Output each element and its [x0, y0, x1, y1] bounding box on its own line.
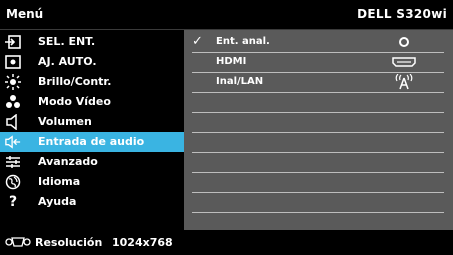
menu-item-label: Volumen [38, 115, 92, 128]
menu-item-label: Avanzado [38, 155, 98, 168]
projector-osd-menu: Menú DELL S320wi SEL. ENT. AJ. AUTO. Bri… [0, 0, 453, 255]
row-divider [192, 92, 444, 93]
resolution-label: Resolución [35, 236, 103, 249]
option-label: HDMI [216, 56, 247, 67]
menu-item-label: SEL. ENT. [38, 35, 96, 48]
question-icon: ? [8, 194, 18, 210]
model-name: DELL S320wi [357, 7, 447, 21]
menu-item-label: Ayuda [38, 195, 77, 208]
row-divider [192, 212, 444, 213]
menu-item-audio-input[interactable]: Entrada de audio [0, 132, 184, 152]
option-label: Ent. anal. [216, 36, 270, 47]
input-source-icon [5, 34, 21, 50]
wireless-antenna-icon [384, 74, 424, 90]
status-bar: Resolución 1024x768 [0, 230, 453, 255]
advanced-settings-icon [5, 154, 21, 170]
analog-input-icon [384, 34, 424, 50]
auto-adjust-icon [5, 54, 21, 70]
menu-item-label: Idioma [38, 175, 81, 188]
row-divider [192, 192, 444, 193]
audio-input-icon [5, 134, 21, 150]
menu-item-language[interactable]: Idioma [0, 172, 184, 192]
resolution-value: 1024x768 [112, 236, 173, 249]
main-menu: SEL. ENT. AJ. AUTO. Brillo/Contr. Modo V… [0, 30, 184, 230]
audio-input-submenu: ✓ Ent. anal. HDMI Inal/LAN [184, 30, 453, 230]
brightness-icon [5, 74, 21, 90]
speaker-icon [5, 114, 21, 130]
option-hdmi[interactable]: HDMI [184, 52, 453, 72]
hdmi-port-icon [384, 54, 424, 70]
menu-item-video-mode[interactable]: Modo Vídeo [0, 92, 184, 112]
menu-item-input-source[interactable]: SEL. ENT. [0, 32, 184, 52]
vga-connector-icon [5, 236, 31, 248]
option-label: Inal/LAN [216, 76, 264, 87]
title-bar: Menú DELL S320wi [0, 0, 453, 30]
menu-title: Menú [6, 7, 44, 21]
menu-item-help[interactable]: ? Ayuda [0, 192, 184, 212]
menu-item-label: Brillo/Contr. [38, 75, 112, 88]
row-divider [192, 132, 444, 133]
menu-item-advanced[interactable]: Avanzado [0, 152, 184, 172]
option-analog-input[interactable]: ✓ Ent. anal. [184, 32, 453, 52]
option-wireless-lan[interactable]: Inal/LAN [184, 72, 453, 92]
menu-item-label: Entrada de audio [38, 135, 145, 148]
menu-item-brightness-contrast[interactable]: Brillo/Contr. [0, 72, 184, 92]
row-divider [192, 152, 444, 153]
menu-item-label: Modo Vídeo [38, 95, 111, 108]
row-divider [192, 172, 444, 173]
menu-item-volume[interactable]: Volumen [0, 112, 184, 132]
row-divider [192, 112, 444, 113]
menu-item-auto-adjust[interactable]: AJ. AUTO. [0, 52, 184, 72]
video-mode-icon [5, 94, 21, 110]
check-icon: ✓ [192, 34, 203, 49]
menu-item-label: AJ. AUTO. [38, 55, 97, 68]
globe-icon [5, 174, 21, 190]
